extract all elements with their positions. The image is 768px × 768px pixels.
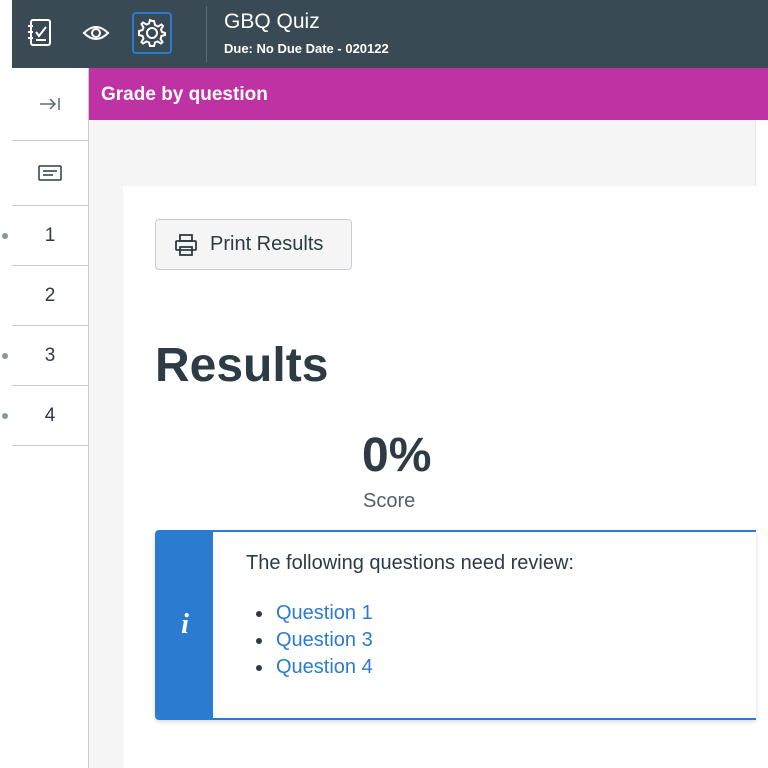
settings-button[interactable]	[132, 12, 172, 54]
due-date-text: Due: No Due Date - 020122	[224, 41, 389, 56]
list-item: Question 1	[256, 600, 373, 627]
review-link-question-3[interactable]: Question 3	[276, 629, 373, 651]
grade-by-question-label: Grade by question	[101, 84, 268, 105]
nav-question-1[interactable]: 1	[2, 206, 88, 266]
quiz-title: GBQ Quiz	[224, 10, 320, 33]
summary-card-icon	[38, 165, 62, 181]
review-question-list: Question 1 Question 3 Question 4	[256, 600, 373, 681]
results-heading: Results	[155, 339, 329, 392]
grade-by-question-bar[interactable]: Grade by question	[89, 68, 768, 120]
score-label: Score	[363, 490, 416, 512]
nav-question-2[interactable]: 2	[12, 266, 88, 326]
nav-question-label: 2	[44, 284, 56, 306]
review-link-question-4[interactable]: Question 4	[276, 656, 373, 678]
print-results-button[interactable]: Print Results	[155, 219, 352, 270]
collapse-nav-button[interactable]	[12, 68, 88, 141]
print-results-label: Print Results	[210, 233, 324, 255]
arrow-to-right-icon	[40, 98, 60, 110]
eye-icon	[82, 26, 110, 40]
review-link-question-1[interactable]: Question 1	[276, 602, 373, 624]
nav-question-4[interactable]: 4	[2, 386, 88, 446]
review-alert: i The following questions need review: Q…	[155, 530, 756, 720]
nav-question-label: 1	[44, 224, 56, 246]
preview-button[interactable]	[76, 12, 116, 54]
nav-question-label: 4	[44, 404, 56, 426]
review-dot	[2, 412, 8, 419]
review-dot	[2, 232, 8, 239]
gear-icon	[138, 18, 166, 47]
header-divider	[206, 6, 207, 62]
speedgrader-button[interactable]	[20, 12, 60, 54]
checklist-icon	[28, 19, 51, 46]
nav-question-3[interactable]: 3	[2, 326, 88, 386]
list-item: Question 3	[256, 627, 373, 654]
info-icon: i	[181, 609, 189, 640]
review-message: The following questions need review:	[246, 552, 574, 574]
info-stripe: i	[157, 532, 213, 718]
printer-icon	[175, 233, 197, 256]
review-dot	[2, 352, 8, 359]
nav-question-label: 3	[44, 344, 56, 366]
list-item: Question 4	[256, 654, 373, 681]
quiz-header: GBQ Quiz Due: No Due Date - 020122	[12, 0, 768, 68]
nav-summary-item[interactable]	[12, 141, 88, 206]
score-value: 0%	[362, 429, 432, 482]
question-nav: 1 2 3 4	[0, 68, 89, 768]
